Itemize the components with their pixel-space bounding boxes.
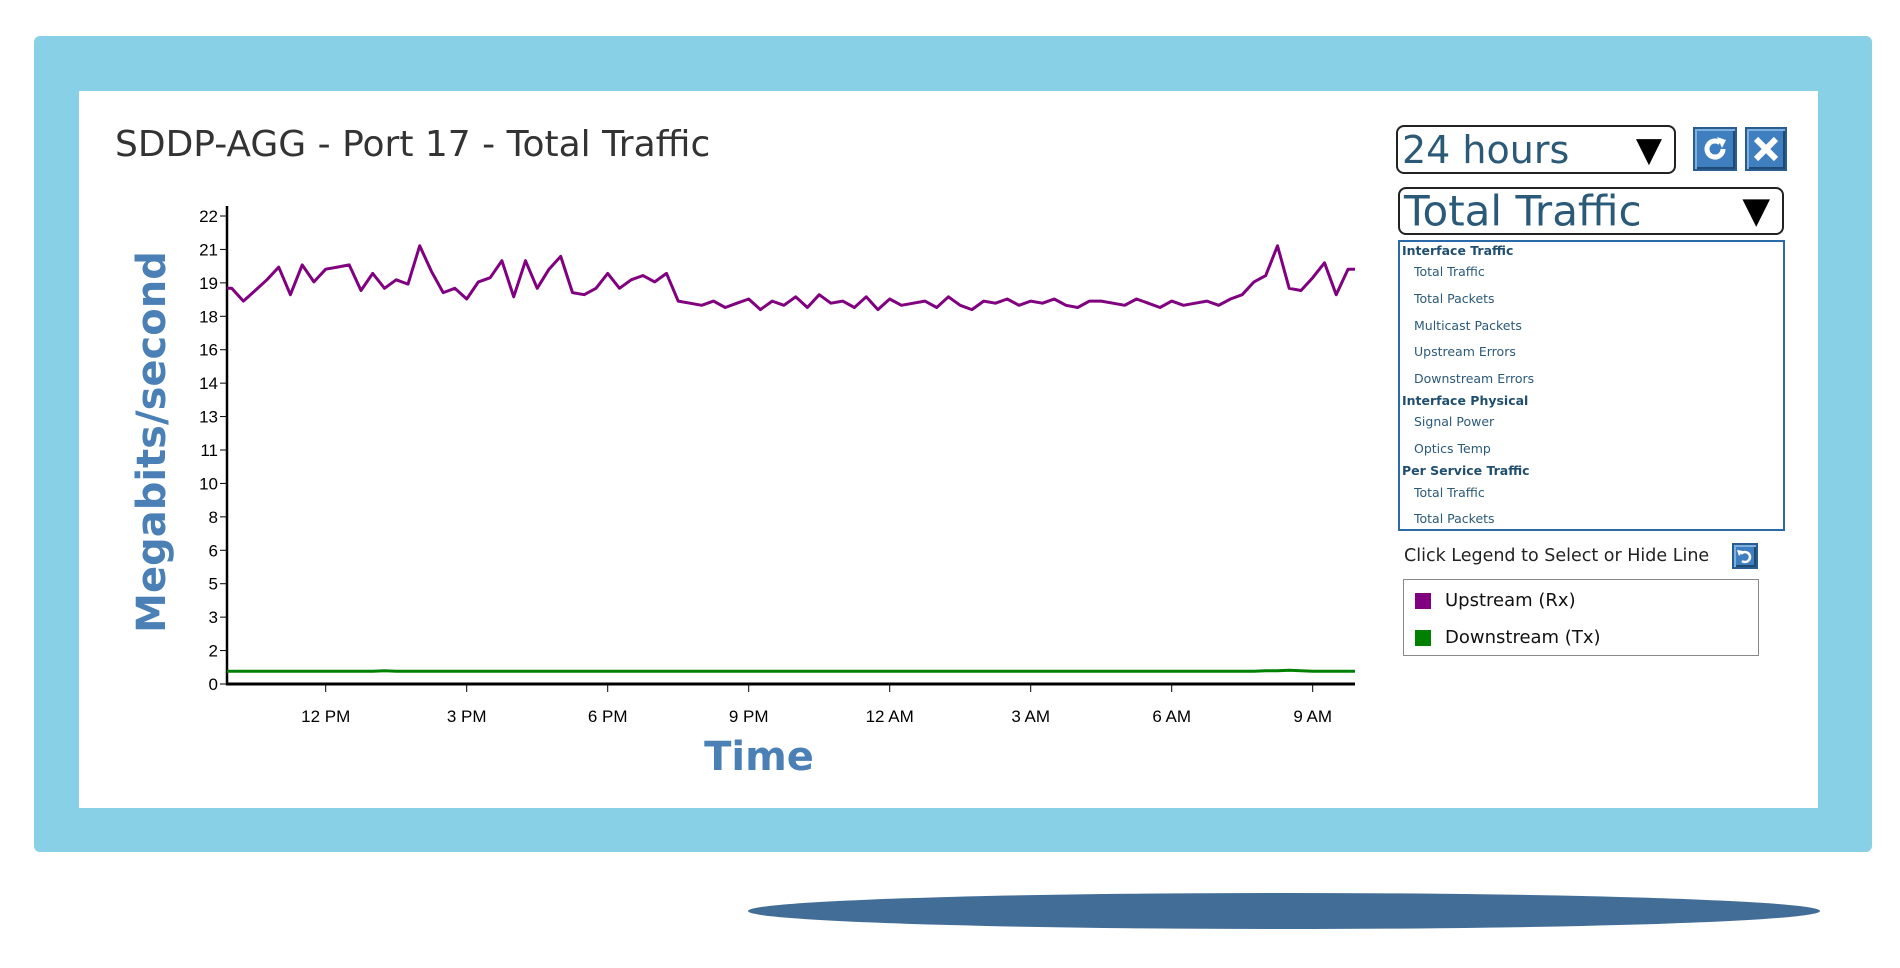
legend-item-downstream[interactable]: Downstream (Tx) <box>1415 627 1601 648</box>
downstream-line <box>227 668 1355 673</box>
x-tick-label: 3 PM <box>447 707 487 726</box>
time-range-value: 24 hours <box>1402 127 1570 172</box>
metric-value: Total Traffic <box>1404 186 1642 236</box>
y-tick-label: 19 <box>199 274 218 293</box>
refresh-icon <box>1704 137 1726 160</box>
reset-legend-button[interactable] <box>1732 543 1758 569</box>
legend: Upstream (Rx) Downstream (Tx) <box>1403 579 1759 656</box>
dropdown-arrow-icon: ▼ <box>1635 129 1662 170</box>
y-tick-label: 13 <box>199 408 218 427</box>
y-tick-label: 3 <box>209 608 218 627</box>
y-tick-label: 8 <box>209 508 218 527</box>
x-tick-label: 3 AM <box>1011 707 1050 726</box>
x-tick-label: 12 AM <box>866 707 914 726</box>
x-tick-label: 12 PM <box>301 707 350 726</box>
y-tick-label: 18 <box>199 307 218 326</box>
metric-list-item[interactable]: Upstream Errors <box>1414 344 1516 359</box>
metric-list-item[interactable]: Total Packets <box>1414 291 1495 306</box>
x-tick-label: 6 AM <box>1152 707 1191 726</box>
legend-swatch-upstream <box>1415 592 1431 609</box>
y-tick-label: 0 <box>209 675 218 694</box>
dropdown-arrow-icon: ▼ <box>1742 190 1770 232</box>
metric-group-header: Interface Traffic <box>1402 243 1514 258</box>
metric-list-item[interactable]: Total Traffic <box>1414 485 1485 500</box>
metric-list-item[interactable]: Signal Power <box>1414 414 1494 429</box>
y-tick-label: 10 <box>199 474 218 493</box>
x-tick-label: 9 PM <box>729 707 769 726</box>
legend-hint: Click Legend to Select or Hide Line <box>1404 546 1710 566</box>
close-icon <box>1753 136 1779 162</box>
legend-item-upstream[interactable]: Upstream (Rx) <box>1415 590 1576 611</box>
y-tick-label: 6 <box>209 541 218 560</box>
metric-list-item[interactable]: Downstream Errors <box>1414 371 1534 386</box>
close-button[interactable] <box>1745 127 1787 171</box>
undo-icon <box>1737 550 1752 564</box>
metric-list-item[interactable]: Optics Temp <box>1414 441 1491 456</box>
y-tick-label: 16 <box>199 341 218 360</box>
refresh-button[interactable] <box>1693 127 1737 171</box>
y-axis-label: Megabits/second <box>129 251 175 633</box>
metric-list[interactable]: Interface Traffic Total Traffic Total Pack… <box>1398 240 1785 531</box>
legend-label: Downstream (Tx) <box>1445 627 1601 648</box>
y-tick-label: 5 <box>209 575 218 594</box>
x-axis-label: Time <box>704 734 814 780</box>
metric-select[interactable]: Total Traffic ▼ <box>1398 186 1784 236</box>
metric-group-header: Interface Physical <box>1402 393 1529 408</box>
y-tick-label: 2 <box>209 642 218 661</box>
y-tick-label: 22 <box>199 207 218 226</box>
metric-list-item[interactable]: Total Traffic <box>1414 264 1485 279</box>
y-tick-label: 14 <box>199 374 218 393</box>
metric-list-item[interactable]: Total Packets <box>1414 511 1495 526</box>
time-range-select[interactable]: 24 hours ▼ <box>1396 125 1676 174</box>
legend-swatch-downstream <box>1415 629 1431 646</box>
y-tick-label: 11 <box>200 441 218 460</box>
y-tick-label: 21 <box>199 240 218 259</box>
upstream-line <box>227 244 1355 312</box>
x-tick-label: 6 PM <box>588 707 628 726</box>
metric-list-item[interactable]: Multicast Packets <box>1414 318 1522 333</box>
legend-label: Upstream (Rx) <box>1445 590 1576 611</box>
metric-group-header: Per Service Traffic <box>1402 463 1530 478</box>
x-tick-label: 9 AM <box>1293 707 1332 726</box>
